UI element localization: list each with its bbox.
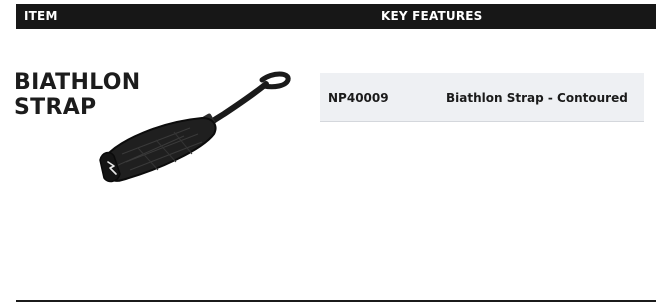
- strap-sleeve: [103, 116, 217, 182]
- product-title-line-2: STRAP: [14, 95, 97, 120]
- product-code: NP40009: [328, 91, 389, 105]
- column-header-key-features: KEY FEATURES: [381, 9, 483, 23]
- biathlon-strap-image: [99, 71, 291, 183]
- product-row: NP40009 Biathlon Strap - Contoured: [320, 73, 644, 122]
- column-header-item: ITEM: [24, 9, 58, 23]
- product-description: Biathlon Strap - Contoured: [446, 91, 628, 105]
- strap-cord: [207, 81, 269, 127]
- table-header-bar: ITEM KEY FEATURES: [16, 4, 656, 29]
- footer-divider: [16, 300, 656, 302]
